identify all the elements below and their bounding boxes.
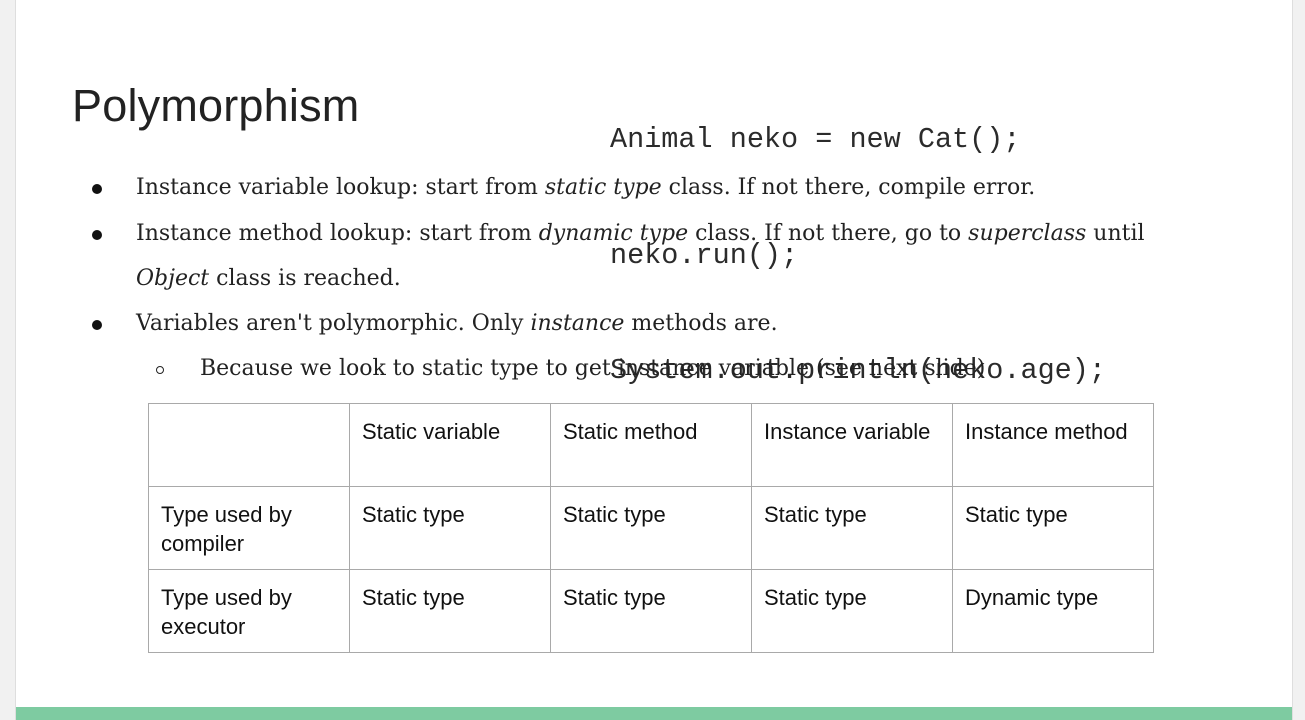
bullet-emphasis: static type — [544, 175, 662, 200]
bullet-text: class is reached. — [209, 266, 401, 291]
bullet-text: Instance method lookup: start from — [136, 221, 539, 246]
sub-bullet-ring — [156, 366, 164, 374]
bullet-dot — [92, 320, 102, 330]
accent-bar — [16, 707, 1292, 720]
table-row: Type used by compiler Static type Static… — [148, 486, 1154, 570]
bullet-text: Instance variable lookup: start from — [136, 175, 545, 200]
bullet-text: class. If not there, go to — [688, 221, 969, 246]
bullet-continuation: Object class is reached. — [136, 266, 401, 291]
table-row: Type used by executor Static type Static… — [148, 569, 1154, 653]
sub-bullet-item: Because we look to static type to get in… — [200, 356, 985, 381]
slide: Polymorphism Animal neko = new Cat(); ne… — [15, 0, 1293, 720]
table-cell: Static type — [751, 569, 953, 653]
table-header-row: Static variable Static method Instance v… — [148, 403, 1154, 487]
bullet-text: until — [1086, 221, 1145, 246]
table-cell: Static type — [349, 486, 551, 570]
bullet-emphasis: superclass — [968, 221, 1087, 246]
slide-title: Polymorphism — [72, 80, 360, 131]
table-cell: Instance variable — [751, 403, 953, 487]
bullet-item: Instance variable lookup: start from sta… — [136, 175, 1035, 200]
bullet-dot — [92, 184, 102, 194]
bullet-emphasis: Object — [136, 266, 210, 291]
table-cell: Static type — [751, 486, 953, 570]
bullet-emphasis: instance — [530, 311, 625, 336]
table-cell: Static type — [952, 486, 1154, 570]
bullet-dot — [92, 230, 102, 240]
table-cell: Static type — [550, 569, 752, 653]
table-cell: Static variable — [349, 403, 551, 487]
table-cell: Type used by compiler — [148, 486, 350, 570]
bullet-item: Instance method lookup: start from dynam… — [136, 221, 1145, 246]
table-cell: Instance method — [952, 403, 1154, 487]
code-line: Animal neko = new Cat(); — [610, 123, 1021, 156]
bullet-text: methods are. — [624, 311, 778, 336]
bullet-text: class. If not there, compile error. — [661, 175, 1036, 200]
bullet-text: Because we look to static type to get in… — [200, 356, 986, 381]
table-cell — [148, 403, 350, 487]
table-cell: Static method — [550, 403, 752, 487]
table-cell: Static type — [550, 486, 752, 570]
bullet-emphasis: dynamic type — [538, 221, 689, 246]
table-cell: Type used by executor — [148, 569, 350, 653]
bullet-text: Variables aren't polymorphic. Only — [136, 311, 531, 336]
table-cell: Static type — [349, 569, 551, 653]
table-cell: Dynamic type — [952, 569, 1154, 653]
comparison-table: Static variable Static method Instance v… — [148, 403, 1154, 653]
bullet-item: Variables aren't polymorphic. Only insta… — [136, 311, 778, 336]
